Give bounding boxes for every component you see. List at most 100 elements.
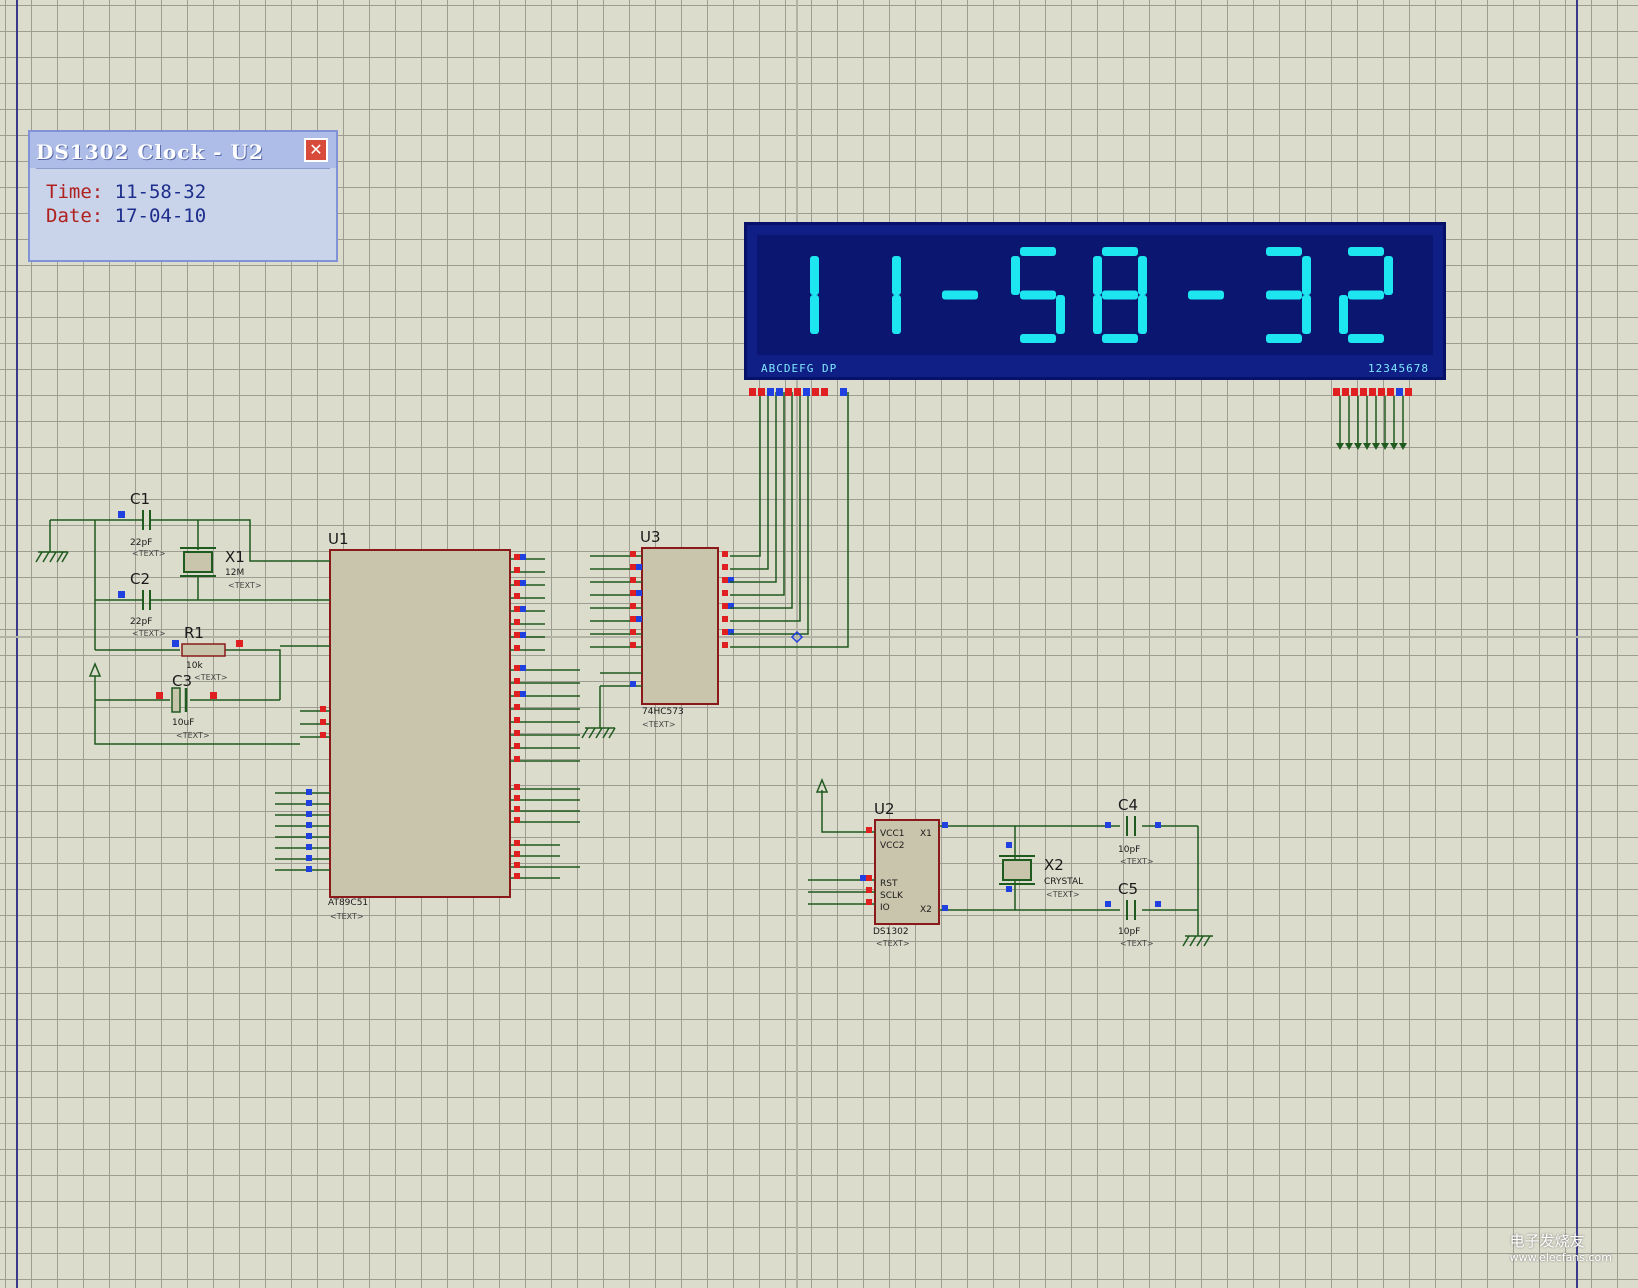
u2-ref-label: U2 (874, 800, 895, 818)
lcd-segment-a (1020, 247, 1056, 256)
lcd-segment-d (1348, 334, 1384, 343)
lcd-segment-c (1302, 295, 1311, 334)
close-icon: ✕ (309, 140, 323, 159)
lcd-segment-d (1102, 334, 1138, 343)
lcd-segment-g (1020, 290, 1056, 300)
r1-value-label: 10k (186, 661, 203, 671)
u2-pin-x1: X1 (920, 829, 932, 839)
u1-part-label: AT89C51 (328, 898, 368, 908)
u2-pin-vcc2: VCC2 (880, 841, 904, 851)
u3-ref-label: U3 (640, 528, 661, 546)
u1-text-placeholder: <TEXT> (330, 912, 364, 921)
lcd-segment-pin-label: ABCDEFG DP (761, 362, 838, 375)
lcd-segment-g (1102, 290, 1138, 300)
c4-text-placeholder: <TEXT> (1120, 857, 1154, 866)
lcd-segment-a (1102, 247, 1138, 256)
lcd-digit-5 (1093, 247, 1147, 343)
date-value: 17-04-10 (114, 205, 207, 227)
oscillator-reset-circuit[interactable]: C1 22pF <TEXT> C2 22pF <TEXT> X1 12M <TE… (35, 490, 300, 745)
c2-text-placeholder: <TEXT> (132, 629, 166, 638)
lcd-digits-svg (810, 247, 1393, 343)
lcd-digit-4 (1011, 247, 1065, 343)
watermark-sub: www.elecfans.com (1509, 1251, 1612, 1264)
c3-value-label: 10uF (172, 718, 194, 728)
lcd-segment-c (1056, 295, 1065, 334)
c1-value-label: 22pF (130, 538, 152, 548)
lcd-digit-pins (1333, 388, 1412, 450)
u2-rtc[interactable]: U2 DS1302 <TEXT> VCC1 VCC2 RST SCLK IO X… (808, 778, 1213, 948)
c5-value-label: 10pF (1118, 927, 1140, 937)
window-body: Time: 11-58-32 Date: 17-04-10 (36, 168, 330, 254)
c2-value-label: 22pF (130, 617, 152, 627)
u2-pin-io: IO (880, 903, 890, 913)
x2-ref-label: X2 (1044, 856, 1064, 874)
u2-pin-vcc1: VCC1 (880, 829, 904, 839)
lcd-segment-b (892, 256, 901, 295)
lcd-segment-bus (730, 392, 849, 648)
watermark: 电子发烧友 www.elecfans.com (1510, 1230, 1612, 1264)
lcd-segment-c (1138, 295, 1147, 334)
x2-text-placeholder: <TEXT> (1046, 890, 1080, 899)
r1-ref-label: R1 (184, 624, 204, 642)
u3-text-placeholder: <TEXT> (642, 720, 676, 729)
u2-text-placeholder: <TEXT> (876, 939, 910, 948)
close-button[interactable]: ✕ (304, 138, 328, 162)
seven-segment-lcd[interactable]: ABCDEFG DP 12345678 (744, 222, 1446, 380)
lcd-digit-1 (810, 256, 819, 334)
c4-value-label: 10pF (1118, 845, 1140, 855)
c1-text-placeholder: <TEXT> (132, 549, 166, 558)
r1-text-placeholder: <TEXT> (194, 673, 228, 682)
c5-text-placeholder: <TEXT> (1120, 939, 1154, 948)
lcd-segment-d (1020, 334, 1056, 343)
time-value: 11-58-32 (114, 181, 207, 203)
lcd-segment-a (1266, 247, 1302, 256)
lcd-digit-3 (942, 290, 978, 300)
lcd-segment-g (1348, 290, 1384, 300)
x1-ref-label: X1 (225, 548, 245, 566)
u2-pin-rst: RST (880, 879, 898, 889)
lcd-segment-pins (749, 388, 847, 396)
lcd-segment-b (1384, 256, 1393, 295)
x1-text-placeholder: <TEXT> (228, 581, 262, 590)
date-row: Date: 17-04-10 (46, 205, 206, 227)
lcd-segment-f (1011, 256, 1020, 295)
lcd-segment-c (892, 295, 901, 334)
u2-pin-x2: X2 (920, 905, 932, 915)
lcd-segment-d (1266, 334, 1302, 343)
window-title: DS1302 Clock - U2 (36, 140, 264, 164)
c3-ref-label: C3 (172, 672, 192, 690)
lcd-segment-b (1302, 256, 1311, 295)
u2-pin-sclk: SCLK (880, 891, 904, 901)
c2-ref-label: C2 (130, 570, 150, 588)
lcd-digit-area (757, 235, 1433, 355)
c1-ref-label: C1 (130, 490, 150, 508)
x1-value-label: 12M (225, 568, 244, 578)
lcd-digit-pin-label: 12345678 (1368, 362, 1429, 375)
lcd-segment-f (1093, 256, 1102, 295)
lcd-segment-b (810, 256, 819, 295)
lcd-digit-6 (1188, 290, 1224, 300)
u1-microcontroller[interactable]: U1 AT89C51 <TEXT> (275, 530, 580, 921)
c4-ref-label: C4 (1118, 796, 1138, 814)
c5-ref-label: C5 (1118, 880, 1138, 898)
lcd-segment-b (1138, 256, 1147, 295)
ds1302-clock-window[interactable]: DS1302 Clock - U2 ✕ Time: 11-58-32 Date:… (28, 130, 338, 262)
u2-part-label: DS1302 (873, 927, 909, 937)
lcd-segment-g (942, 290, 978, 300)
c3-text-placeholder: <TEXT> (176, 731, 210, 740)
date-label: Date: (46, 205, 104, 227)
time-label: Time: (46, 181, 104, 203)
lcd-digit-8 (1339, 247, 1393, 343)
x2-value-label: CRYSTAL (1044, 877, 1083, 887)
lcd-segment-e (1093, 295, 1102, 334)
lcd-segment-c (810, 295, 819, 334)
lcd-segment-g (1266, 290, 1302, 300)
lcd-segment-e (1339, 295, 1348, 334)
u3-latch[interactable]: U3 74HC573 <TEXT> (581, 528, 734, 739)
u3-part-label: 74HC573 (642, 707, 684, 717)
window-titlebar[interactable]: DS1302 Clock - U2 ✕ (30, 132, 336, 168)
lcd-digit-2 (892, 256, 901, 334)
lcd-digit-7 (1266, 247, 1311, 343)
lcd-segment-a (1348, 247, 1384, 256)
watermark-main: 电子发烧友 (1509, 1232, 1585, 1250)
